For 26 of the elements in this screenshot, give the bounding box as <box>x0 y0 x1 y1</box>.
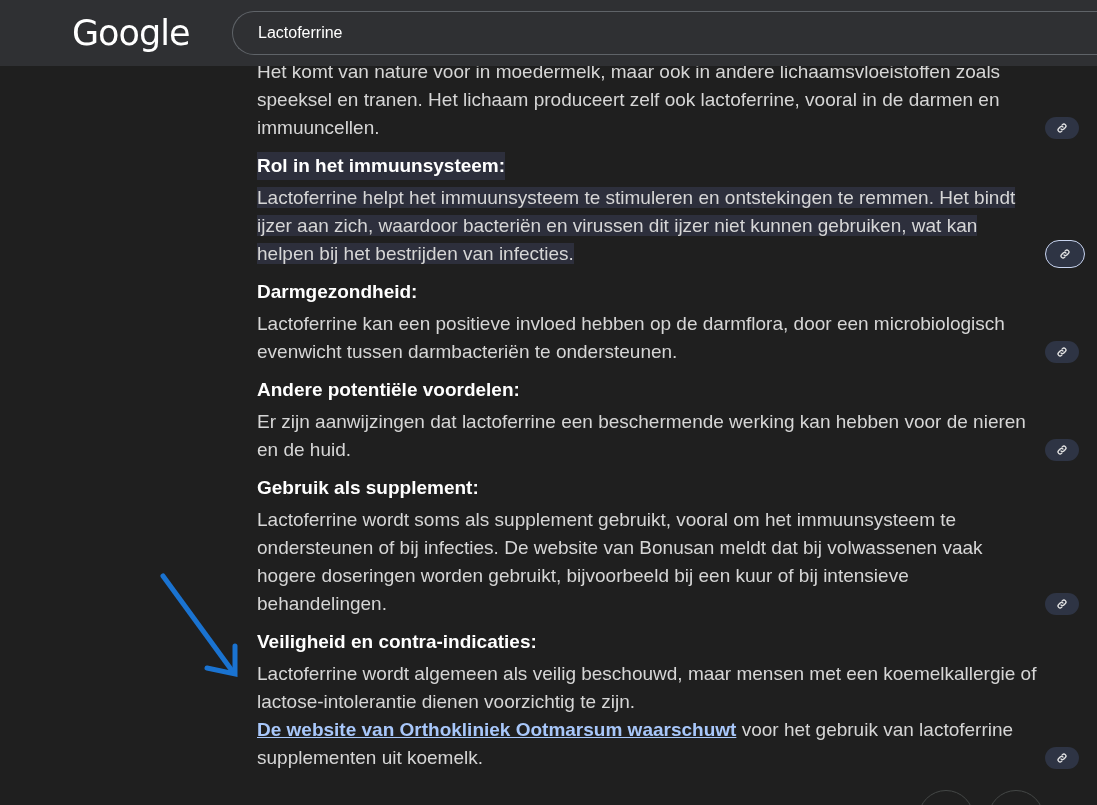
link-icon-button[interactable] <box>1045 240 1085 268</box>
link-icon-button[interactable] <box>1045 341 1079 363</box>
section-heading: Gebruik als supplement: <box>257 476 479 500</box>
link-icon-button[interactable] <box>1045 593 1079 615</box>
link-icon <box>1056 598 1068 610</box>
search-field[interactable]: Lactoferrine <box>232 11 1097 55</box>
section-heading: Darmgezondheid: <box>257 280 418 304</box>
paragraph: Het komt van nature voor in moedermelk, maar ook in andere lichaamsvloeistoffen zoals speeksel en tranen. Het lichaam produceert zelf ook lactoferrine, vooral in de darmen en immuuncellen. <box>257 60 1002 140</box>
link-icon-button[interactable] <box>1045 117 1079 139</box>
paragraph: Lactoferrine wordt soms als supplement gebruikt, vooral om het immuunsysteem te ondersteunen of bij infecties. De website van Bonusan meldt dat bij volwassenen vaak hogere doseringen worden gebruikt, bijvoorbeeld bij een kuur of bij intensieve behandelingen. <box>257 508 984 616</box>
source-link[interactable]: De website van Orthokliniek Ootmarsum waarschuwt <box>257 719 737 740</box>
link-icon <box>1056 122 1068 134</box>
link-icon <box>1059 248 1071 260</box>
link-icon-button[interactable] <box>1045 439 1079 461</box>
paragraph: Er zijn aanwijzingen dat lactoferrine een beschermende werking kan hebben voor de nieren en de huid. <box>257 410 1027 462</box>
section-heading: Veiligheid en contra-indicaties: <box>257 630 537 654</box>
section-heading: Andere potentiële voordelen: <box>257 378 520 402</box>
paragraph: Lactoferrine wordt algemeen als veilig beschouwd, maar mensen met een koemelkallergie of lactose-intolerantie dienen voorzichtig te zijn. De website van Orthokliniek Ootmarsum waarschuwt voor het gebruik van lactoferrine supplementen uit koemelk. <box>257 662 1038 770</box>
link-icon <box>1056 444 1068 456</box>
google-logo[interactable]: Google <box>72 13 232 53</box>
section-heading: Rol in het immuunsysteem: <box>257 152 506 180</box>
link-icon <box>1056 752 1068 764</box>
link-icon-button[interactable] <box>1045 747 1079 769</box>
link-icon <box>1056 346 1068 358</box>
paragraph: Lactoferrine helpt het immuunsysteem te stimuleren en ontstekingen te remmen. Het bindt ijzer aan zich, waardoor bacteriën en virussen dit ijzer niet kunnen gebruiken, wat kan helpen bij het bestrijden van infecties. <box>257 186 1017 266</box>
paragraph: Lactoferrine kan een positieve invloed hebben op de darmflora, door een microbiologisch evenwicht tussen darmbacteriën te ondersteunen. <box>257 312 1006 364</box>
